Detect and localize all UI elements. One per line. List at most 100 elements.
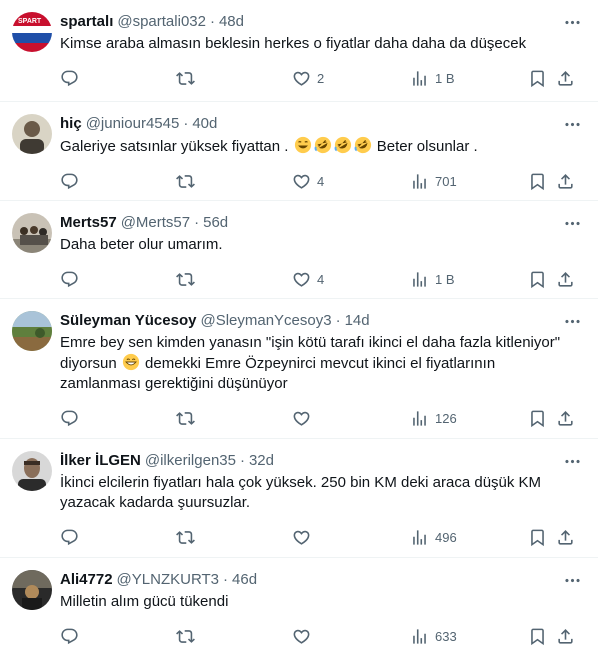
retweet-icon bbox=[176, 627, 195, 646]
views-button[interactable]: 1 B bbox=[410, 66, 455, 90]
more-options-icon[interactable] bbox=[562, 12, 582, 32]
more-options-icon[interactable] bbox=[562, 451, 582, 471]
view-count: 1 B bbox=[435, 271, 455, 287]
tweet[interactable]: İlker İLGEN @ilkerilgen35 · 32d İkinci e… bbox=[0, 439, 598, 558]
timestamp[interactable]: 40d bbox=[192, 114, 217, 134]
avatar[interactable] bbox=[12, 451, 52, 491]
bookmark-button[interactable] bbox=[528, 267, 547, 291]
view-count: 496 bbox=[435, 529, 457, 545]
separator-dot: · bbox=[239, 452, 245, 469]
like-button[interactable]: 2 bbox=[292, 66, 324, 90]
views-icon bbox=[410, 69, 429, 88]
views-button[interactable]: 126 bbox=[410, 406, 457, 430]
retweet-button[interactable] bbox=[176, 66, 201, 90]
like-button[interactable] bbox=[292, 624, 317, 648]
timestamp[interactable]: 56d bbox=[203, 213, 228, 233]
share-icon bbox=[556, 528, 575, 547]
avatar[interactable]: SPART bbox=[12, 12, 52, 52]
heart-icon bbox=[292, 172, 311, 191]
retweet-button[interactable] bbox=[176, 624, 201, 648]
timestamp[interactable]: 32d bbox=[249, 451, 274, 471]
author-name[interactable]: Merts57 bbox=[60, 213, 117, 233]
avatar[interactable] bbox=[12, 570, 52, 610]
rolling-laughing-emoji bbox=[334, 136, 352, 154]
like-count: 4 bbox=[317, 271, 325, 287]
view-count: 701 bbox=[435, 173, 457, 189]
author-handle[interactable]: @SleymanYcesoy3 bbox=[200, 311, 331, 331]
bookmark-icon bbox=[528, 528, 547, 547]
author-name[interactable]: hiç bbox=[60, 114, 82, 134]
views-button[interactable]: 701 bbox=[410, 169, 457, 193]
more-options-icon[interactable] bbox=[562, 114, 582, 134]
views-icon bbox=[410, 270, 429, 289]
like-button[interactable]: 4 bbox=[292, 169, 324, 193]
view-count: 1 B bbox=[435, 70, 455, 86]
retweet-button[interactable] bbox=[176, 169, 201, 193]
like-button[interactable]: 4 bbox=[292, 267, 324, 291]
bookmark-button[interactable] bbox=[528, 169, 547, 193]
retweet-button[interactable] bbox=[176, 406, 201, 430]
views-button[interactable]: 496 bbox=[410, 525, 457, 549]
share-button[interactable] bbox=[556, 169, 575, 193]
author-handle[interactable]: @ilkerilgen35 bbox=[145, 451, 236, 471]
author-name[interactable]: spartalı bbox=[60, 12, 113, 32]
svg-text:SPART: SPART bbox=[18, 18, 42, 25]
tweet[interactable]: SPART spartalı @spartali032 · 48d Kimse … bbox=[0, 0, 598, 102]
author-name[interactable]: İlker İLGEN bbox=[60, 451, 141, 471]
views-button[interactable]: 1 B bbox=[410, 267, 455, 291]
bookmark-icon bbox=[528, 409, 547, 428]
tweet[interactable]: Süleyman Yücesoy @SleymanYcesoy3 · 14d E… bbox=[0, 299, 598, 439]
bookmark-button[interactable] bbox=[528, 525, 547, 549]
reply-button[interactable] bbox=[60, 624, 85, 648]
author-handle[interactable]: @juniour4545 bbox=[86, 114, 180, 134]
retweet-button[interactable] bbox=[176, 525, 201, 549]
reply-button[interactable] bbox=[60, 66, 85, 90]
like-count: 2 bbox=[317, 70, 325, 86]
views-icon bbox=[410, 172, 429, 191]
bookmark-button[interactable] bbox=[528, 406, 547, 430]
author-handle[interactable]: @YLNZKURT3 bbox=[117, 570, 219, 590]
retweet-icon bbox=[176, 409, 195, 428]
tweet[interactable]: Merts57 @Merts57 · 56d Daha beter olur u… bbox=[0, 201, 598, 299]
share-icon bbox=[556, 627, 575, 646]
view-count: 126 bbox=[435, 410, 457, 426]
tweet[interactable]: Ali4772 @YLNZKURT3 · 46d Milletin alım g… bbox=[0, 558, 598, 658]
avatar[interactable] bbox=[12, 114, 52, 154]
reply-button[interactable] bbox=[60, 406, 85, 430]
timestamp[interactable]: 14d bbox=[345, 311, 370, 331]
reply-button[interactable] bbox=[60, 267, 85, 291]
heart-icon bbox=[292, 69, 311, 88]
share-button[interactable] bbox=[556, 66, 575, 90]
tweet-text: İkinci elcilerin fiyatları hala çok yüks… bbox=[60, 474, 542, 511]
tweet-text: Milletin alım gücü tükendi bbox=[60, 593, 229, 610]
share-button[interactable] bbox=[556, 406, 575, 430]
author-handle[interactable]: @spartali032 bbox=[117, 12, 206, 32]
reply-button[interactable] bbox=[60, 169, 85, 193]
timestamp[interactable]: 46d bbox=[232, 570, 257, 590]
tweet-actions: 496 bbox=[60, 517, 582, 557]
reply-button[interactable] bbox=[60, 525, 85, 549]
author-handle[interactable]: @Merts57 bbox=[121, 213, 190, 233]
retweet-icon bbox=[176, 270, 195, 289]
bookmark-icon bbox=[528, 172, 547, 191]
like-button[interactable] bbox=[292, 406, 317, 430]
share-button[interactable] bbox=[556, 525, 575, 549]
timestamp[interactable]: 48d bbox=[219, 12, 244, 32]
share-button[interactable] bbox=[556, 267, 575, 291]
author-name[interactable]: Ali4772 bbox=[60, 570, 113, 590]
heart-icon bbox=[292, 528, 311, 547]
tweet[interactable]: hiç @juniour4545 · 40d Galeriye satsınla… bbox=[0, 102, 598, 201]
retweet-button[interactable] bbox=[176, 267, 201, 291]
like-button[interactable] bbox=[292, 525, 317, 549]
more-options-icon[interactable] bbox=[562, 570, 582, 590]
views-button[interactable]: 633 bbox=[410, 624, 457, 648]
view-count: 633 bbox=[435, 628, 457, 644]
bookmark-button[interactable] bbox=[528, 66, 547, 90]
avatar[interactable] bbox=[12, 213, 52, 253]
more-options-icon[interactable] bbox=[562, 311, 582, 331]
avatar[interactable] bbox=[12, 311, 52, 351]
more-options-icon[interactable] bbox=[562, 213, 582, 233]
bookmark-button[interactable] bbox=[528, 624, 547, 648]
share-button[interactable] bbox=[556, 624, 575, 648]
author-name[interactable]: Süleyman Yücesoy bbox=[60, 311, 196, 331]
